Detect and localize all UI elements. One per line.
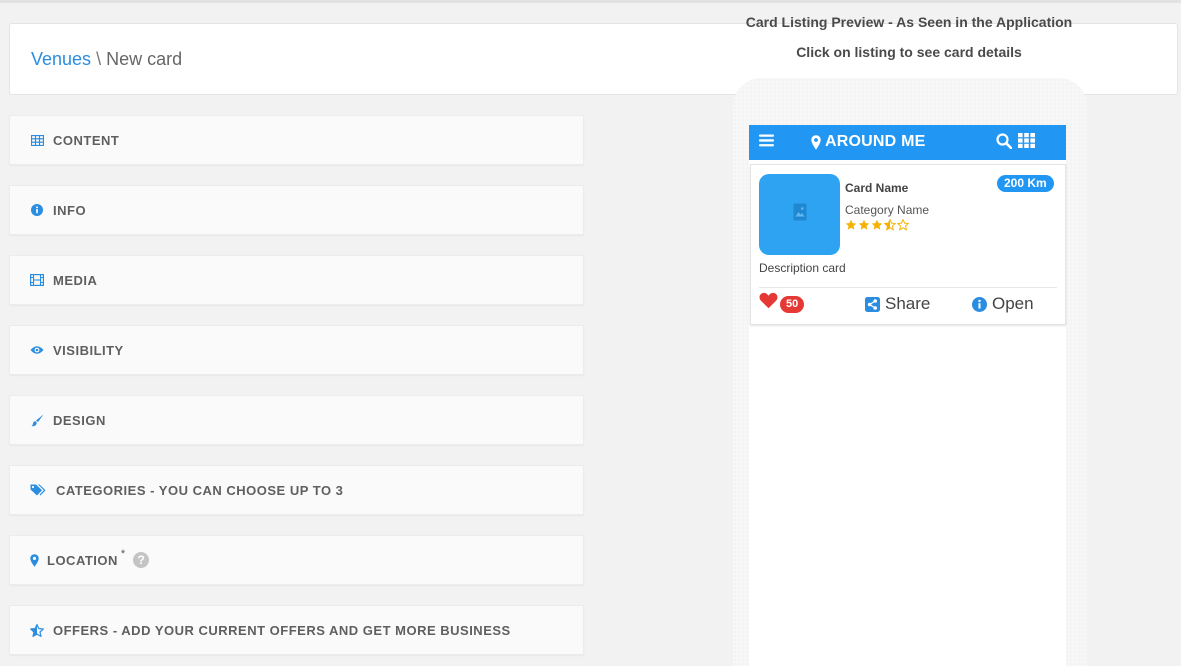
- star-full-icon: [858, 219, 870, 231]
- section-label: OFFERS - ADD YOUR CURRENT OFFERS AND GET…: [53, 622, 511, 638]
- breadcrumb-venues-link[interactable]: Venues: [31, 49, 91, 69]
- star-empty-icon: [897, 219, 909, 231]
- top-border: [0, 0, 1181, 3]
- open-button[interactable]: Open: [972, 294, 1034, 314]
- map-marker-icon: [811, 134, 821, 150]
- menu-icon[interactable]: [759, 134, 774, 152]
- open-label: Open: [992, 294, 1034, 313]
- section-categories[interactable]: CATEGORIES - YOU CAN CHOOSE UP TO 3: [9, 465, 584, 515]
- section-label: CATEGORIES - YOU CAN CHOOSE UP TO 3: [56, 482, 344, 498]
- preview-title: Card Listing Preview - As Seen in the Ap…: [745, 14, 1073, 30]
- section-media[interactable]: MEDIA: [9, 255, 584, 305]
- tags-icon: [30, 483, 47, 497]
- table-icon: [30, 133, 44, 147]
- section-content[interactable]: CONTENT: [9, 115, 584, 165]
- card-divider: [759, 287, 1057, 288]
- breadcrumb-separator: \: [96, 49, 102, 69]
- card-description: Description card: [759, 261, 846, 275]
- search-icon[interactable]: [996, 133, 1013, 154]
- app-bar: AROUND ME: [749, 125, 1066, 160]
- info-circle-icon: [972, 296, 987, 312]
- section-info[interactable]: INFO: [9, 185, 584, 235]
- section-label: LOCATION: [47, 552, 118, 568]
- card-category: Category Name: [845, 203, 930, 217]
- preview-subtitle: Click on listing to see card details: [796, 44, 1022, 60]
- app-title-text: AROUND ME: [825, 133, 926, 150]
- info-circle-icon: [30, 203, 44, 217]
- section-location[interactable]: LOCATION * ?: [9, 535, 584, 585]
- star-full-icon: [871, 219, 883, 231]
- distance-badge: 200 Km: [997, 175, 1054, 192]
- app-title: AROUND ME: [811, 133, 925, 151]
- rating-stars: [845, 219, 909, 231]
- card-listing[interactable]: Card Name Category Name 200 Km Descripti…: [750, 164, 1066, 325]
- likes-count-badge: 50: [780, 296, 805, 313]
- section-visibility[interactable]: VISIBILITY: [9, 325, 584, 375]
- map-marker-icon: [30, 553, 39, 567]
- star-full-icon: [845, 219, 857, 231]
- heart-icon[interactable]: [759, 292, 778, 314]
- section-label: DESIGN: [53, 412, 106, 428]
- breadcrumb: Venues \ New card: [31, 49, 182, 69]
- share-label: Share: [885, 294, 931, 313]
- help-icon[interactable]: ?: [133, 552, 150, 568]
- paint-brush-icon: [30, 413, 44, 427]
- section-label: VISIBILITY: [53, 342, 124, 358]
- section-design[interactable]: DESIGN: [9, 395, 584, 445]
- eye-icon: [30, 343, 44, 357]
- breadcrumb-current: New card: [106, 49, 183, 69]
- required-mark: *: [120, 548, 126, 560]
- film-icon: [30, 273, 44, 287]
- image-placeholder-icon: [793, 203, 807, 226]
- section-label: CONTENT: [53, 132, 120, 148]
- share-icon: [865, 296, 880, 312]
- section-label: MEDIA: [53, 272, 98, 288]
- star-half-icon: [884, 219, 896, 231]
- card-name: Card Name: [845, 181, 909, 195]
- card-thumbnail: [759, 174, 840, 255]
- share-button[interactable]: Share: [865, 294, 930, 314]
- star-half-icon: [30, 623, 44, 637]
- section-offers[interactable]: OFFERS - ADD YOUR CURRENT OFFERS AND GET…: [9, 605, 584, 655]
- section-label: INFO: [53, 202, 87, 218]
- grid-icon[interactable]: [1018, 133, 1035, 153]
